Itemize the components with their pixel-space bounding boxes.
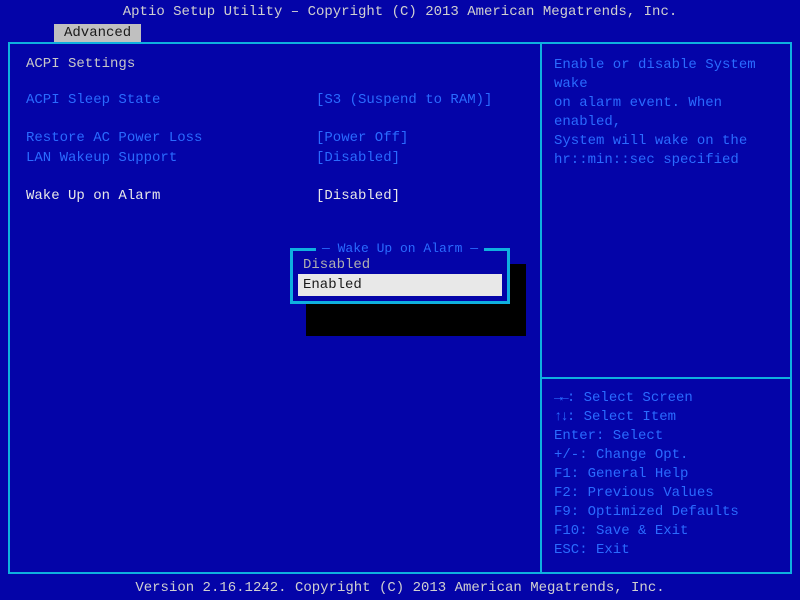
setting-value: [Power Off] [316, 128, 408, 148]
popup-wake-up-on-alarm: — Wake Up on Alarm — Disabled Enabled [290, 248, 510, 304]
setting-label: Wake Up on Alarm [26, 186, 316, 206]
hint-f10: F10: Save & Exit [554, 522, 778, 541]
hint-esc: ESC: Exit [554, 541, 778, 560]
arrows-left-right-icon [554, 390, 567, 406]
title-bar: Aptio Setup Utility – Copyright (C) 2013… [0, 0, 800, 24]
setting-label: Restore AC Power Loss [26, 128, 316, 148]
tab-row: Advanced [54, 24, 141, 42]
help-pane: Enable or disable System wake on alarm e… [540, 44, 790, 572]
setting-acpi-sleep-state[interactable]: ACPI Sleep State [S3 (Suspend to RAM)] [26, 90, 524, 110]
setting-lan-wakeup-support[interactable]: LAN Wakeup Support [Disabled] [26, 148, 524, 168]
hint-select-screen: : Select Screen [554, 389, 778, 408]
hint-f2: F2: Previous Values [554, 484, 778, 503]
setting-restore-ac-power-loss[interactable]: Restore AC Power Loss [Power Off] [26, 128, 524, 148]
hint-f9: F9: Optimized Defaults [554, 503, 778, 522]
setting-label: ACPI Sleep State [26, 90, 316, 110]
setting-value: [Disabled] [316, 148, 400, 168]
tab-advanced[interactable]: Advanced [54, 24, 141, 42]
help-divider [542, 377, 790, 379]
help-line: hr::min::sec specified [554, 151, 778, 170]
hint-select-item: : Select Item [554, 408, 778, 427]
popup-title: — Wake Up on Alarm — [316, 241, 484, 256]
arrows-up-down-icon [554, 409, 567, 425]
setting-value: [Disabled] [316, 186, 400, 206]
help-line: on alarm event. When enabled, [554, 94, 778, 132]
footer-version: Version 2.16.1242. Copyright (C) 2013 Am… [0, 580, 800, 596]
setting-label: LAN Wakeup Support [26, 148, 316, 168]
group-title: ACPI Settings [26, 56, 524, 72]
hint-change-opt: +/-: Change Opt. [554, 446, 778, 465]
hint-enter: Enter: Select [554, 427, 778, 446]
help-line: System will wake on the [554, 132, 778, 151]
popup-option-disabled[interactable]: Disabled [299, 255, 501, 275]
key-hints: : Select Screen : Select Item Enter: Sel… [554, 389, 778, 560]
help-line: Enable or disable System wake [554, 56, 778, 94]
setting-value: [S3 (Suspend to RAM)] [316, 90, 492, 110]
hint-f1: F1: General Help [554, 465, 778, 484]
popup-option-enabled[interactable]: Enabled [299, 275, 501, 295]
help-text: Enable or disable System wake on alarm e… [554, 56, 778, 377]
setting-wake-up-on-alarm[interactable]: Wake Up on Alarm [Disabled] [26, 186, 524, 206]
